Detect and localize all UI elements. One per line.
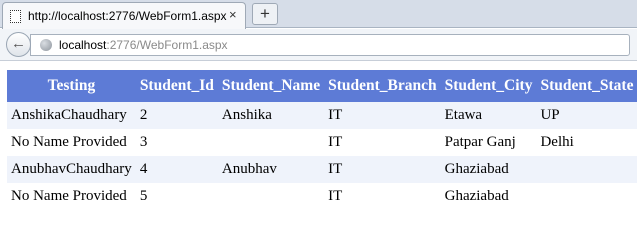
navigation-bar: localhost:2776/WebForm1.aspx ← — [0, 29, 637, 61]
cell-student-state — [536, 156, 637, 183]
cell-student-name: Anubhav — [217, 156, 325, 183]
cell-student-city: Patpar Ganj — [440, 129, 537, 156]
cell-student-name — [217, 183, 325, 210]
back-button[interactable]: ← — [6, 32, 31, 57]
students-grid: Testing Student_Id Student_Name Student_… — [7, 70, 637, 210]
column-header-student-id: Student_Id — [135, 70, 218, 102]
cell-student-id: 4 — [135, 156, 218, 183]
cell-student-state — [536, 183, 637, 210]
column-header-testing: Testing — [7, 70, 136, 102]
header-row: Testing Student_Id Student_Name Student_… — [7, 70, 637, 102]
cell-student-branch: IT — [324, 183, 441, 210]
page-content: Testing Student_Id Student_Name Student_… — [7, 70, 637, 210]
cell-testing: AnshikaChaudhary — [7, 102, 136, 129]
column-header-student-branch: Student_Branch — [324, 70, 441, 102]
cell-testing: No Name Provided — [7, 129, 136, 156]
cell-student-id: 3 — [135, 129, 218, 156]
column-header-student-city: Student_City — [440, 70, 537, 102]
column-header-student-state: Student_State — [536, 70, 637, 102]
cell-student-name — [217, 129, 325, 156]
cell-student-branch: IT — [324, 129, 441, 156]
browser-tab[interactable]: http://localhost:2776/WebForm1.aspx × — [2, 2, 246, 29]
address-bar[interactable]: localhost:2776/WebForm1.aspx — [30, 34, 630, 56]
tab-title: http://localhost:2776/WebForm1.aspx — [28, 9, 227, 23]
cell-student-city: Ghaziabad — [440, 156, 537, 183]
cell-testing: No Name Provided — [7, 183, 136, 210]
table-row: AnubhavChaudhary 4 Anubhav IT Ghaziabad — [7, 156, 637, 183]
cell-student-state: UP — [536, 102, 637, 129]
url-path: :2776/WebForm1.aspx — [106, 38, 228, 52]
cell-student-branch: IT — [324, 156, 441, 183]
url-text: localhost:2776/WebForm1.aspx — [59, 38, 228, 52]
table-row: AnshikaChaudhary 2 Anshika IT Etawa UP — [7, 102, 637, 129]
close-tab-icon[interactable]: × — [229, 7, 237, 22]
cell-student-city: Ghaziabad — [440, 183, 537, 210]
table-row: No Name Provided 3 IT Patpar Ganj Delhi — [7, 129, 637, 156]
table-row: No Name Provided 5 IT Ghaziabad — [7, 183, 637, 210]
cell-student-name: Anshika — [217, 102, 325, 129]
cell-student-id: 5 — [135, 183, 218, 210]
column-header-student-name: Student_Name — [217, 70, 325, 102]
cell-student-city: Etawa — [440, 102, 537, 129]
cell-student-state: Delhi — [536, 129, 637, 156]
new-tab-button[interactable]: + — [252, 3, 278, 25]
cell-testing: AnubhavChaudhary — [7, 156, 136, 183]
cell-student-branch: IT — [324, 102, 441, 129]
url-host: localhost — [59, 38, 107, 52]
cell-student-id: 2 — [135, 102, 218, 129]
page-icon — [10, 10, 21, 23]
globe-icon — [40, 39, 52, 51]
tab-strip: http://localhost:2776/WebForm1.aspx × + — [0, 0, 637, 29]
